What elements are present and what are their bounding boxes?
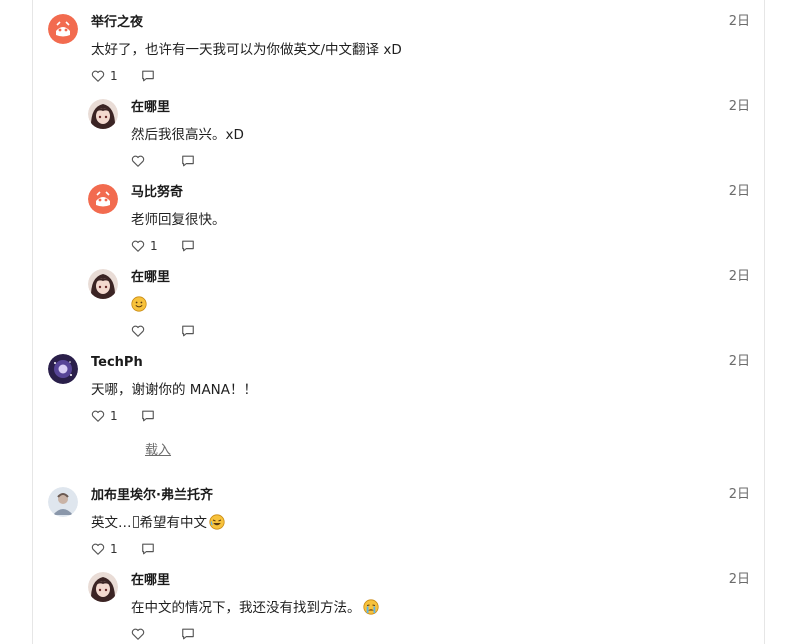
username[interactable]: TechPh <box>91 354 143 372</box>
like-button[interactable]: 1 <box>91 542 124 556</box>
comment-text-part: 在中文的情况下，我还没有找到方法。 <box>131 600 361 616</box>
anime-girl-avatar-icon <box>88 99 118 129</box>
avatar[interactable] <box>88 99 118 129</box>
reply-button[interactable] <box>181 154 195 168</box>
comment-thread-panel: 举行之夜 2日 太好了，也许有一天我可以为你做英文/中文翻译 xD 1 在哪里 … <box>32 0 765 644</box>
heart-icon <box>131 325 145 337</box>
like-button[interactable]: 1 <box>91 409 124 423</box>
comment-text: 太好了，也许有一天我可以为你做英文/中文翻译 xD <box>91 42 402 58</box>
timestamp[interactable]: 2日 <box>729 353 750 371</box>
comment-text <box>131 296 147 314</box>
reply-button[interactable] <box>141 69 155 83</box>
username[interactable]: 马比努奇 <box>131 184 183 202</box>
heart-icon <box>91 543 105 555</box>
person-photo-avatar-icon <box>48 487 78 517</box>
anime-girl-avatar-icon <box>88 269 118 299</box>
smiling-face-emoji-icon <box>131 296 147 312</box>
like-button[interactable]: 1 <box>91 69 124 83</box>
heart-icon <box>131 240 145 252</box>
crying-face-emoji-icon <box>362 599 379 615</box>
reply-button[interactable] <box>141 542 155 556</box>
anime-girl-avatar-icon <box>88 572 118 602</box>
like-count: 1 <box>150 239 158 253</box>
comment-text: 英文… 希望有中文 <box>91 514 225 532</box>
missing-glyph-box <box>132 516 139 528</box>
reply-button[interactable] <box>141 409 155 423</box>
comment-bubble-icon <box>182 155 194 167</box>
reply-button[interactable] <box>181 239 195 253</box>
timestamp[interactable]: 2日 <box>729 98 750 116</box>
heart-icon <box>91 70 105 82</box>
timestamp[interactable]: 2日 <box>729 183 750 201</box>
like-button[interactable] <box>131 324 164 338</box>
heart-icon <box>131 155 145 167</box>
avatar[interactable] <box>48 354 78 384</box>
like-button[interactable] <box>131 154 164 168</box>
avatar[interactable] <box>88 184 118 214</box>
comment-text: 然后我很高兴。xD <box>131 127 244 143</box>
comment-bubble-icon <box>182 240 194 252</box>
avatar[interactable] <box>48 487 78 517</box>
comment-text-part: 希望有中文 <box>139 515 208 531</box>
reply-button[interactable] <box>181 627 195 641</box>
username[interactable]: 在哪里 <box>131 269 170 287</box>
like-count: 1 <box>110 69 118 83</box>
comment-bubble-icon <box>142 543 154 555</box>
username[interactable]: 加布里埃尔·弗兰托齐 <box>91 487 213 505</box>
timestamp[interactable]: 2日 <box>729 571 750 589</box>
comment-bubble-icon <box>182 325 194 337</box>
comment-text: 天哪，谢谢你的 MANA！！ <box>91 382 258 398</box>
like-count: 1 <box>110 409 118 423</box>
timestamp[interactable]: 2日 <box>729 13 750 31</box>
comment-actions: 1 <box>91 68 155 84</box>
like-button[interactable] <box>131 627 164 641</box>
orange-face-avatar-icon <box>88 184 118 214</box>
avatar[interactable] <box>48 14 78 44</box>
timestamp[interactable]: 2日 <box>729 268 750 286</box>
username[interactable]: 举行之夜 <box>91 14 143 32</box>
comment-bubble-icon <box>142 70 154 82</box>
comment-text: 老师回复很快。 <box>131 212 226 228</box>
like-count: 1 <box>110 542 118 556</box>
avatar[interactable] <box>88 269 118 299</box>
username[interactable]: 在哪里 <box>131 572 170 590</box>
username[interactable]: 在哪里 <box>131 99 170 117</box>
load-more-link[interactable]: 载入 <box>145 439 171 458</box>
comment-actions <box>131 153 195 169</box>
rolling-laughing-emoji-icon <box>209 514 225 530</box>
heart-icon <box>131 628 145 640</box>
comment-actions: 1 <box>131 238 195 254</box>
comment-bubble-icon <box>182 628 194 640</box>
comment-actions <box>131 323 195 339</box>
like-button[interactable]: 1 <box>131 239 164 253</box>
timestamp[interactable]: 2日 <box>729 486 750 504</box>
galaxy-avatar-icon <box>48 354 78 384</box>
heart-icon <box>91 410 105 422</box>
comment-actions: 1 <box>91 541 155 557</box>
comment-actions: 1 <box>91 408 155 424</box>
comment-text-part: 英文… <box>91 515 132 531</box>
reply-button[interactable] <box>181 324 195 338</box>
orange-face-avatar-icon <box>48 14 78 44</box>
avatar[interactable] <box>88 572 118 602</box>
comment-bubble-icon <box>142 410 154 422</box>
comment-actions <box>131 626 195 642</box>
comment-text: 在中文的情况下，我还没有找到方法。 <box>131 599 379 617</box>
